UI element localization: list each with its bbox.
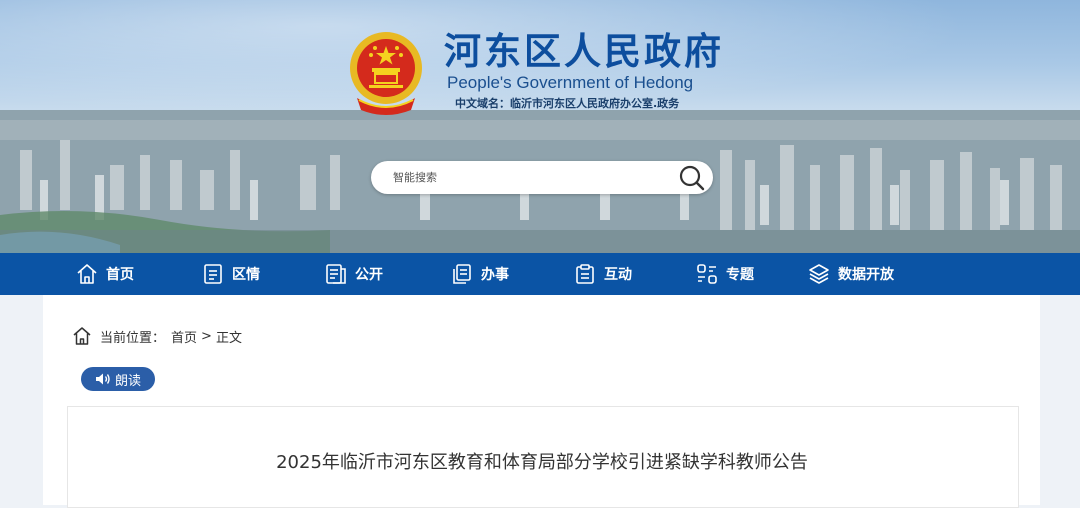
nav-label: 区情 [232, 267, 260, 283]
speaker-icon [95, 373, 110, 385]
site-subtitle: People's Government of Hedong [447, 73, 694, 92]
nav-item-public[interactable]: 公开 [325, 253, 383, 295]
domain-label: 中文域名： [455, 97, 510, 110]
nav-label: 办事 [481, 267, 509, 283]
article-title: 2025年临沂市河东区教育和体育局部分学校引进紧缺学科教师公告 [276, 452, 808, 473]
home-icon [77, 264, 97, 284]
nav-label: 互动 [604, 267, 632, 283]
read-aloud-button[interactable]: 朗读 [81, 367, 155, 391]
nav-item-home[interactable]: 首页 [76, 253, 134, 295]
main-nav: 首页 区情 公开 办事 互动 专题 数据开放 [0, 253, 1080, 295]
list-document-icon [326, 264, 346, 284]
national-emblem [350, 32, 422, 115]
read-aloud-label: 朗读 [114, 373, 141, 389]
document-icon [204, 264, 222, 284]
nav-label: 专题 [726, 267, 754, 283]
nav-label: 首页 [106, 267, 134, 283]
nav-item-overview[interactable]: 区情 [202, 253, 260, 295]
clipboard-icon [576, 264, 594, 284]
nav-item-interact[interactable]: 互动 [574, 253, 632, 295]
nav-item-topics[interactable]: 专题 [696, 253, 754, 295]
search-box [371, 161, 713, 194]
nav-item-open-data[interactable]: 数据开放 [808, 253, 894, 295]
home-icon [73, 327, 91, 345]
breadcrumb-prefix: 当前位置： [100, 330, 166, 346]
nav-label: 公开 [355, 267, 383, 283]
breadcrumb-current: 正文 [215, 330, 242, 346]
domain-value: 临沂市河东区人民政府办公室.政务 [510, 97, 680, 110]
nav-label: 数据开放 [838, 267, 894, 283]
breadcrumb-home-link[interactable]: 首页 [171, 327, 197, 346]
site-title: 河东区人民政府 [444, 30, 724, 73]
layers-icon [809, 264, 829, 284]
header-banner: 河东区人民政府 People's Government of Hedong 中文… [0, 0, 1080, 253]
breadcrumb: 当前位置： 首页 > 正文 [72, 326, 242, 346]
domain-line: 中文域名：临沂市河东区人民政府办公室.政务 [455, 97, 679, 111]
search-input[interactable] [387, 161, 679, 194]
search-icon[interactable] [676, 162, 708, 194]
nav-item-services[interactable]: 办事 [451, 253, 509, 295]
breadcrumb-separator: > [201, 328, 212, 344]
grid-icon [697, 264, 717, 284]
copy-document-icon [453, 264, 471, 284]
